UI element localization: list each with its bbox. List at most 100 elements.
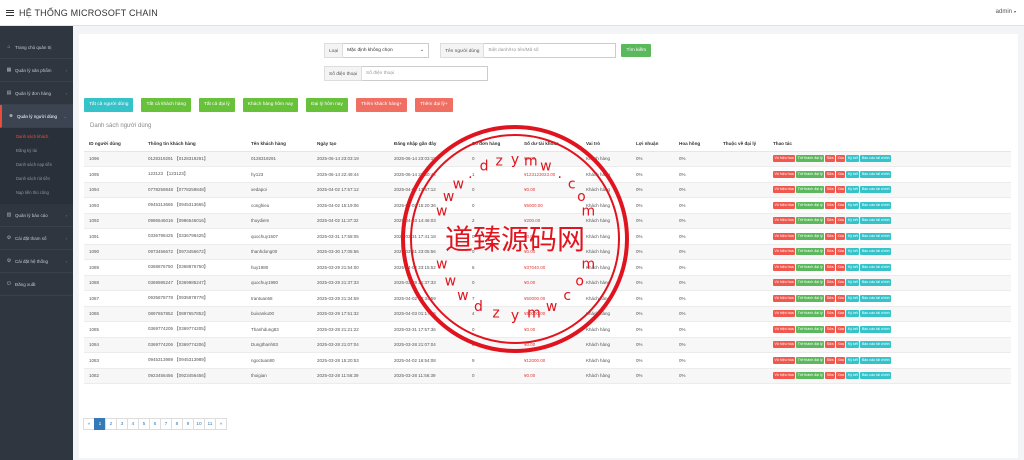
- make-agent-button[interactable]: Trở thành đại lý: [796, 263, 825, 271]
- add-customer-button[interactable]: Thêm khách hàng+: [355, 98, 408, 112]
- sidebar-item-products[interactable]: ▦ Quản lý sản phẩm ›: [0, 59, 73, 82]
- delete-button[interactable]: Xóa: [836, 341, 846, 349]
- edit-button[interactable]: Sửa: [825, 310, 835, 318]
- make-agent-button[interactable]: Trở thành đại lý: [796, 310, 825, 318]
- sign-button[interactable]: Ký kết: [846, 155, 860, 163]
- sidebar-item-logout[interactable]: ⏻ Đăng xuất: [0, 273, 73, 296]
- sidebar-item-users[interactable]: ☻ Quản lý người dùng ⌄: [0, 105, 73, 128]
- type-select[interactable]: Mặc định không chọn ⌄: [343, 43, 430, 58]
- finance-report-button[interactable]: Báo cáo tài chính: [860, 155, 892, 163]
- delete-button[interactable]: Xóa: [836, 294, 846, 302]
- edit-button[interactable]: Sửa: [825, 170, 835, 178]
- disable-button[interactable]: Vô hiệu hóa: [773, 170, 796, 178]
- delete-button[interactable]: Xóa: [836, 279, 846, 287]
- disable-button[interactable]: Vô hiệu hóa: [773, 217, 796, 225]
- delete-button[interactable]: Xóa: [836, 232, 846, 240]
- delete-button[interactable]: Xóa: [836, 186, 846, 194]
- agents-today-button[interactable]: Đại lý hôm nay: [306, 98, 348, 112]
- disable-button[interactable]: Vô hiệu hóa: [773, 356, 796, 364]
- edit-button[interactable]: Sửa: [825, 155, 835, 163]
- phone-input[interactable]: Số điện thoại: [362, 66, 489, 81]
- delete-button[interactable]: Xóa: [836, 170, 846, 178]
- make-agent-button[interactable]: Trở thành đại lý: [796, 279, 825, 287]
- disable-button[interactable]: Vô hiệu hóa: [773, 325, 796, 333]
- delete-button[interactable]: Xóa: [836, 155, 846, 163]
- edit-button[interactable]: Sửa: [825, 325, 835, 333]
- sidebar-item-orders[interactable]: ▤ Quản lý đơn hàng ›: [0, 82, 73, 105]
- sign-button[interactable]: Ký kết: [846, 263, 860, 271]
- edit-button[interactable]: Sửa: [825, 232, 835, 240]
- finance-report-button[interactable]: Báo cáo tài chính: [860, 294, 892, 302]
- menu-toggle-icon[interactable]: [6, 9, 14, 16]
- delete-button[interactable]: Xóa: [836, 263, 846, 271]
- edit-button[interactable]: Sửa: [825, 341, 835, 349]
- finance-report-button[interactable]: Báo cáo tài chính: [860, 310, 892, 318]
- edit-button[interactable]: Sửa: [825, 294, 835, 302]
- disable-button[interactable]: Vô hiệu hóa: [773, 341, 796, 349]
- delete-button[interactable]: Xóa: [836, 217, 846, 225]
- all-agents-button[interactable]: Tất cả đại lý: [198, 98, 235, 112]
- delete-button[interactable]: Xóa: [836, 310, 846, 318]
- disable-button[interactable]: Vô hiệu hóa: [773, 263, 796, 271]
- edit-button[interactable]: Sửa: [825, 356, 835, 364]
- make-agent-button[interactable]: Trở thành đại lý: [796, 201, 825, 209]
- sidebar-item-system[interactable]: ⚙ Cài đặt hệ thống ›: [0, 250, 73, 273]
- make-agent-button[interactable]: Trở thành đại lý: [796, 372, 825, 380]
- disable-button[interactable]: Vô hiệu hóa: [773, 248, 796, 256]
- disable-button[interactable]: Vô hiệu hóa: [773, 201, 796, 209]
- sidebar-item-reports[interactable]: ▥ Quản lý báo cáo ›: [0, 204, 73, 227]
- all-users-button[interactable]: Tất cả người dùng: [84, 98, 134, 112]
- sign-button[interactable]: Ký kết: [846, 201, 860, 209]
- finance-report-button[interactable]: Báo cáo tài chính: [860, 201, 892, 209]
- submenu-registration[interactable]: Đăng ký tài: [0, 144, 73, 158]
- finance-report-button[interactable]: Báo cáo tài chính: [860, 170, 892, 178]
- finance-report-button[interactable]: Báo cáo tài chính: [860, 325, 892, 333]
- delete-button[interactable]: Xóa: [836, 356, 846, 364]
- disable-button[interactable]: Vô hiệu hóa: [773, 279, 796, 287]
- submenu-deposit-list[interactable]: Danh sách nạp tiền: [0, 158, 73, 172]
- disable-button[interactable]: Vô hiệu hóa: [773, 232, 796, 240]
- username-input[interactable]: Biệt danh/Họ tên/Mã số: [484, 43, 617, 58]
- submenu-manual-deposit[interactable]: Nạp tiền thủ công: [0, 186, 73, 200]
- finance-report-button[interactable]: Báo cáo tài chính: [860, 356, 892, 364]
- disable-button[interactable]: Vô hiệu hóa: [773, 186, 796, 194]
- sign-button[interactable]: Ký kết: [846, 232, 860, 240]
- delete-button[interactable]: Xóa: [836, 248, 846, 256]
- disable-button[interactable]: Vô hiệu hóa: [773, 155, 796, 163]
- make-agent-button[interactable]: Trở thành đại lý: [796, 170, 825, 178]
- disable-button[interactable]: Vô hiệu hóa: [773, 372, 796, 380]
- customers-today-button[interactable]: Khách hàng hôm nay: [242, 98, 299, 112]
- make-agent-button[interactable]: Trở thành đại lý: [796, 341, 825, 349]
- sign-button[interactable]: Ký kết: [846, 356, 860, 364]
- finance-report-button[interactable]: Báo cáo tài chính: [860, 217, 892, 225]
- make-agent-button[interactable]: Trở thành đại lý: [796, 356, 825, 364]
- pagination-next[interactable]: »: [215, 418, 227, 430]
- edit-button[interactable]: Sửa: [825, 372, 835, 380]
- finance-report-button[interactable]: Báo cáo tài chính: [860, 341, 892, 349]
- add-agent-button[interactable]: Thêm đại lý+: [415, 98, 453, 112]
- sign-button[interactable]: Ký kết: [846, 294, 860, 302]
- finance-report-button[interactable]: Báo cáo tài chính: [860, 279, 892, 287]
- disable-button[interactable]: Vô hiệu hóa: [773, 294, 796, 302]
- edit-button[interactable]: Sửa: [825, 279, 835, 287]
- submenu-withdraw-list[interactable]: Danh sách rút tiền: [0, 172, 73, 186]
- sign-button[interactable]: Ký kết: [846, 186, 860, 194]
- search-button[interactable]: Tìm kiếm: [621, 44, 652, 57]
- sign-button[interactable]: Ký kết: [846, 372, 860, 380]
- sign-button[interactable]: Ký kết: [846, 248, 860, 256]
- disable-button[interactable]: Vô hiệu hóa: [773, 310, 796, 318]
- edit-button[interactable]: Sửa: [825, 186, 835, 194]
- make-agent-button[interactable]: Trở thành đại lý: [796, 325, 825, 333]
- sidebar-item-dashboard[interactable]: ⌂ Trang chủ quản trị: [0, 36, 73, 59]
- edit-button[interactable]: Sửa: [825, 263, 835, 271]
- make-agent-button[interactable]: Trở thành đại lý: [796, 294, 825, 302]
- finance-report-button[interactable]: Báo cáo tài chính: [860, 263, 892, 271]
- make-agent-button[interactable]: Trở thành đại lý: [796, 155, 825, 163]
- make-agent-button[interactable]: Trở thành đại lý: [796, 248, 825, 256]
- finance-report-button[interactable]: Báo cáo tài chính: [860, 248, 892, 256]
- edit-button[interactable]: Sửa: [825, 248, 835, 256]
- delete-button[interactable]: Xóa: [836, 325, 846, 333]
- user-menu[interactable]: admin ▾: [996, 9, 1016, 15]
- sign-button[interactable]: Ký kết: [846, 341, 860, 349]
- all-customers-button[interactable]: Tất cả khách hàng: [141, 98, 191, 112]
